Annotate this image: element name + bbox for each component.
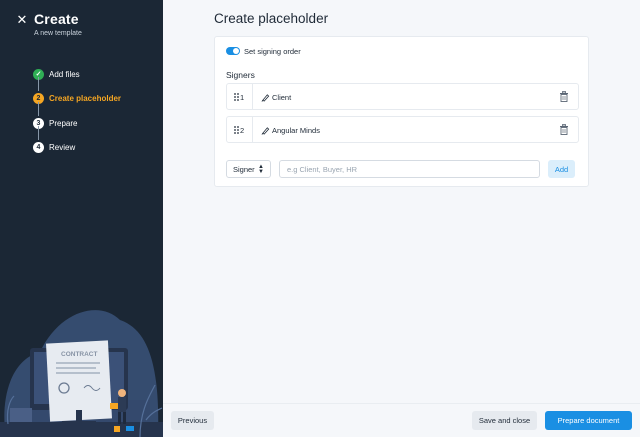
- trash-icon[interactable]: [559, 124, 569, 135]
- page-title: Create placeholder: [214, 11, 329, 26]
- signer-row: 1 Client: [226, 83, 579, 110]
- trash-icon[interactable]: [559, 91, 569, 102]
- signing-order-toggle[interactable]: [226, 47, 240, 55]
- toggle-knob: [233, 48, 239, 54]
- save-and-close-button[interactable]: Save and close: [472, 411, 537, 430]
- sidebar-subtitle: A new template: [34, 30, 82, 37]
- step-prepare[interactable]: 3 Prepare: [33, 111, 121, 140]
- signer-order: 2: [240, 126, 245, 135]
- signers-heading: Signers: [226, 70, 255, 80]
- step-add-files[interactable]: ✓ Add files: [33, 62, 121, 91]
- placeholder-card: Set signing order Signers 1 Client 2 Ang…: [214, 36, 589, 187]
- prepare-document-button[interactable]: Prepare document: [545, 411, 632, 430]
- signer-name: Client: [272, 93, 292, 102]
- signer-name-input[interactable]: [279, 160, 540, 178]
- footer-bar: Previous Save and close Prepare document: [163, 403, 640, 437]
- sidebar-title: Create: [34, 11, 79, 27]
- step-list: ✓ Add files 2 Create placeholder 3 Prepa…: [33, 62, 121, 160]
- signer-row: 2 Angular Minds: [226, 116, 579, 143]
- signature-pen-icon: [261, 127, 270, 135]
- main-content: Create placeholder Set signing order Sig…: [163, 0, 640, 437]
- signer-name: Angular Minds: [272, 126, 320, 135]
- row-divider: [252, 117, 253, 142]
- step-number: 4: [33, 142, 44, 154]
- drag-handle-icon[interactable]: [233, 125, 240, 135]
- signer-order: 1: [240, 93, 245, 102]
- step-label: Review: [49, 143, 76, 153]
- role-select-value: Signer: [233, 164, 255, 174]
- contract-illustration: CONTRACT: [0, 310, 163, 437]
- previous-button[interactable]: Previous: [171, 411, 214, 430]
- contract-label: CONTRACT: [61, 351, 97, 358]
- step-label: Prepare: [49, 118, 78, 128]
- select-caret-icon: ▲ ▼: [258, 164, 264, 175]
- sidebar: ✕ Create A new template ✓ Add files 2 Cr…: [0, 0, 163, 437]
- step-review[interactable]: 4 Review: [33, 136, 121, 161]
- signature-pen-icon: [261, 94, 270, 102]
- step-label: Create placeholder: [49, 94, 122, 104]
- signer-role-select[interactable]: Signer ▲ ▼: [226, 160, 271, 178]
- close-icon[interactable]: ✕: [15, 13, 29, 27]
- add-signer-button[interactable]: Add: [548, 160, 575, 178]
- step-create-placeholder[interactable]: 2 Create placeholder: [33, 87, 122, 116]
- signing-order-label: Set signing order: [244, 47, 301, 56]
- row-divider: [252, 84, 253, 109]
- drag-handle-icon[interactable]: [233, 92, 240, 102]
- step-label: Add files: [49, 69, 80, 79]
